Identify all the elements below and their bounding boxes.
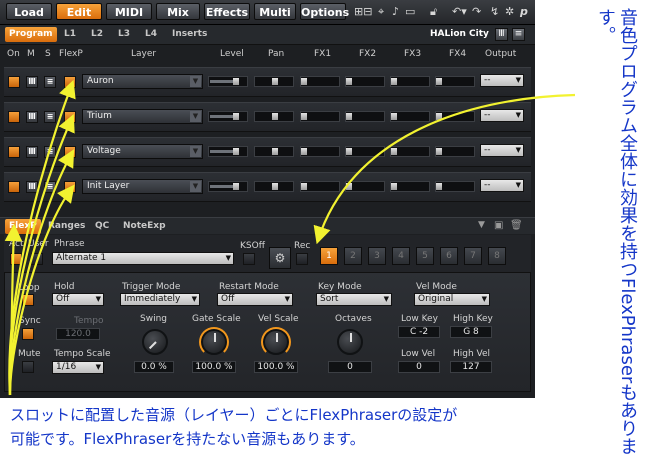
arrow-to-auron (8, 79, 76, 396)
annotation-bottom-line1: スロットに配置した音源（レイヤー）ごとにFlexPhraserの設定が (10, 406, 458, 424)
arrow-to-program-flexp (313, 93, 576, 245)
annotation-arrows (4, 79, 576, 396)
annotation-bottom-line2: 可能です。FlexPhraserを持たない音源もあります。 (10, 430, 365, 448)
arrow-to-trium (8, 113, 75, 396)
annotation-vertical: 音色プログラム全体に効果を持つFlexPhraserもあります。 (595, 8, 638, 456)
